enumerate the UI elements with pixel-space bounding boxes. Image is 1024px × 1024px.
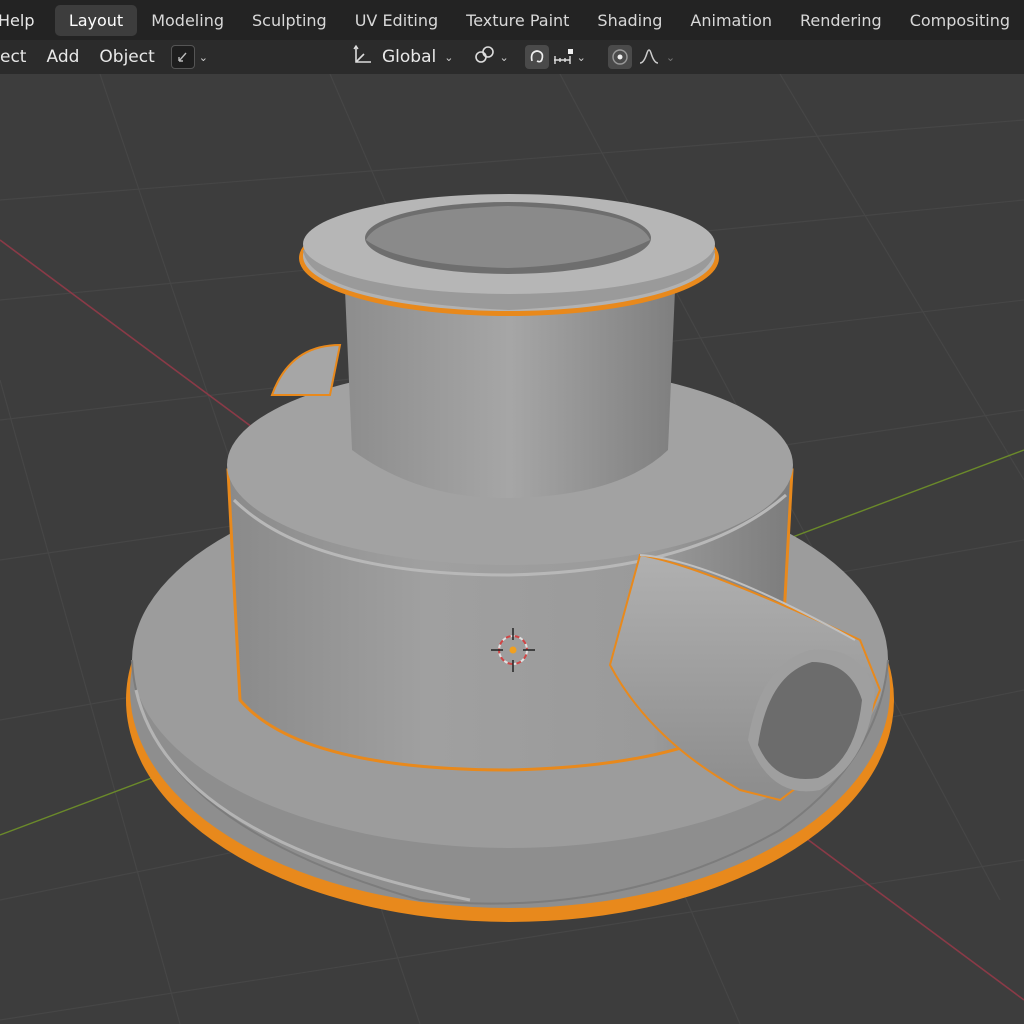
workspace-topbar: Help Layout Modeling Sculpting UV Editin… (0, 0, 1024, 40)
transform-pivot-dropdown[interactable]: ⌄ (467, 42, 514, 72)
snap-increment-icon[interactable] (551, 45, 575, 69)
tab-rendering[interactable]: Rendering (786, 5, 896, 36)
viewport-canvas (0, 73, 1024, 1024)
magnet-icon[interactable] (524, 45, 549, 69)
menu-help[interactable]: Help (0, 11, 38, 30)
proportional-edit-icon[interactable] (607, 45, 632, 69)
transform-pivot-icon (352, 44, 374, 70)
tab-sculpting[interactable]: Sculpting (238, 5, 341, 36)
chevron-down-icon[interactable]: ⌄ (666, 51, 675, 64)
falloff-curve-icon[interactable] (638, 45, 660, 69)
chevron-down-icon: ⌄ (198, 50, 208, 64)
chevron-down-icon: ⌄ (499, 50, 509, 64)
menu-object[interactable]: Object (89, 47, 164, 67)
menu-select[interactable]: ect (0, 47, 36, 67)
tab-shading[interactable]: Shading (583, 5, 676, 36)
origin-dot-icon (509, 646, 517, 654)
snapping-group: ⌄ (519, 43, 592, 71)
tab-animation[interactable]: Animation (676, 5, 786, 36)
object-mode-icon (170, 45, 195, 69)
selected-mesh-object[interactable] (126, 194, 894, 922)
3d-viewport[interactable] (0, 73, 1024, 1024)
menu-add[interactable]: Add (36, 47, 89, 67)
object-mode-dropdown[interactable]: ⌄ (165, 43, 214, 71)
tab-modeling[interactable]: Modeling (137, 5, 238, 36)
tab-texture-paint[interactable]: Texture Paint (452, 5, 583, 36)
viewport-header: ect Add Object ⌄ Global ⌄ ⌄ ⌄ ⌄ (0, 40, 1024, 74)
proportional-editing-group: ⌄ (602, 43, 681, 71)
snap-icon (473, 44, 495, 70)
tab-uv-editing[interactable]: UV Editing (341, 5, 452, 36)
tab-layout[interactable]: Layout (54, 4, 138, 36)
transform-orientation-label: Global (382, 47, 437, 67)
transform-orientation-dropdown[interactable]: Global ⌄ (346, 42, 459, 72)
tab-compositing[interactable]: Compositing (896, 5, 1024, 36)
chevron-down-icon[interactable]: ⌄ (577, 51, 586, 64)
chevron-down-icon: ⌄ (444, 50, 454, 64)
